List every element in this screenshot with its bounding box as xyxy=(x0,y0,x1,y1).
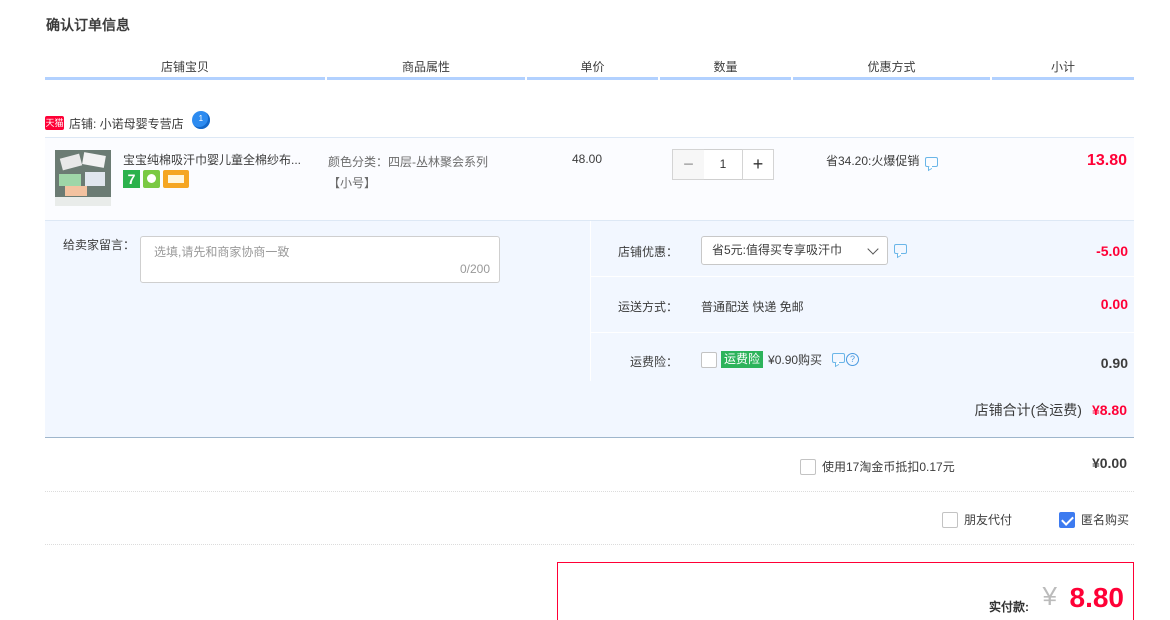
payment-amount: 8.80 xyxy=(1069,582,1125,613)
coupon-label: 店铺优惠： xyxy=(617,245,678,259)
shipping-label: 运送方式： xyxy=(617,300,678,314)
purchase-options-row: 朋友代付 匿名购买 xyxy=(45,492,1134,545)
col-attributes: 商品属性 xyxy=(327,58,525,80)
memo-textarea[interactable]: 选填,请先和商家协商一致 0/200 xyxy=(140,236,500,283)
item-thumbnail[interactable] xyxy=(55,150,111,206)
credit-card-icon[interactable] xyxy=(163,170,189,188)
tmall-badge: 天猫 xyxy=(45,116,64,130)
insurance-checkbox[interactable] xyxy=(701,351,717,368)
unit-price: 48.00 xyxy=(572,152,603,166)
col-item: 店铺宝贝 xyxy=(45,58,325,80)
discount-text: 省34.20:火爆促销 xyxy=(826,154,920,168)
item-attr-size: 【小号】 xyxy=(328,176,377,190)
insurance-label: 运费险： xyxy=(629,355,678,369)
shipping-amount: 0.00 xyxy=(1100,296,1128,312)
shop-total-label: 店铺合计(含运费) xyxy=(974,402,1082,418)
payment-currency: ¥ xyxy=(1042,581,1057,611)
quantity-minus-button[interactable]: − xyxy=(672,149,704,180)
coin-label: 使用17淘金币抵扣0.17元 xyxy=(822,460,955,474)
payment-summary: 实付款: ¥ 8.80 xyxy=(557,562,1134,620)
item-attributes: 颜色分类：四层-丛林聚会系列 【小号】 xyxy=(328,152,518,194)
wangwang-chat-icon[interactable] xyxy=(191,111,210,129)
discount-info: 省34.20:火爆促销 xyxy=(826,152,939,169)
friend-pay-checkbox[interactable] xyxy=(942,511,958,528)
memo-char-count: 0/200 xyxy=(459,262,490,276)
col-subtotal: 小计 xyxy=(992,58,1134,80)
memo-label: 给卖家留言： xyxy=(63,238,136,252)
chevron-down-icon xyxy=(867,243,879,255)
insurance-price: ¥0.90购买 xyxy=(768,353,823,367)
7-day-return-icon[interactable]: 7 xyxy=(123,170,140,188)
shop-name[interactable]: 店铺: 小诺母婴专营店 xyxy=(69,115,184,132)
payment-label: 实付款: xyxy=(989,600,1029,614)
item-attr-color: 颜色分类：四层-丛林聚会系列 xyxy=(328,155,488,169)
shipping-row: 运送方式： 普通配送 快递 免邮 0.00 xyxy=(591,277,1135,333)
order-item-row: 宝宝纯棉吸汗巾婴儿童全棉纱布... 7 颜色分类：四层-丛林聚会系列 【小号】 … xyxy=(45,137,1134,221)
insurance-amount: 0.90 xyxy=(1100,355,1128,371)
shop-total-amount: ¥8.80 xyxy=(1091,402,1127,418)
shipping-value: 普通配送 快递 免邮 xyxy=(701,300,804,314)
anonymous-label: 匿名购买 xyxy=(1081,513,1130,527)
quantity-input[interactable]: 1 xyxy=(704,149,742,180)
quantity-stepper: − 1 + xyxy=(672,149,774,180)
column-header: 店铺宝贝 商品属性 单价 数量 优惠方式 小计 xyxy=(45,58,1134,80)
message-icon[interactable] xyxy=(894,243,907,254)
coupon-select[interactable]: 省5元:值得买专享吸汗巾 xyxy=(701,236,888,265)
order-extras: 给卖家留言： 选填,请先和商家协商一致 0/200 店铺优惠： 省5元:值得买专… xyxy=(45,221,1135,438)
help-icon[interactable]: ? xyxy=(846,353,860,366)
shop-row: 天猫 店铺: 小诺母婴专营店 xyxy=(45,110,210,136)
message-icon[interactable] xyxy=(832,352,846,363)
col-unit-price: 单价 xyxy=(527,58,658,80)
guarantee-icon[interactable] xyxy=(143,170,160,188)
item-subtotal: 13.80 xyxy=(1086,152,1127,169)
message-icon[interactable] xyxy=(925,157,939,167)
shop-options-panel: 店铺优惠： 省5元:值得买专享吸汗巾 -5.00 运送方式： 普通配送 快递 免… xyxy=(590,221,1135,381)
insurance-row: 运费险： 运费险 ¥0.90购买 ? 0.90 xyxy=(591,333,1135,381)
coupon-amount: -5.00 xyxy=(1096,243,1128,259)
coupon-selected: 省5元:值得买专享吸汗巾 xyxy=(712,243,843,257)
insurance-tag: 运费险 xyxy=(721,351,764,368)
col-discount: 优惠方式 xyxy=(793,58,990,80)
friend-pay-label: 朋友代付 xyxy=(964,513,1013,527)
col-quantity: 数量 xyxy=(660,58,791,80)
coupon-row: 店铺优惠： 省5元:值得买专享吸汗巾 -5.00 xyxy=(591,221,1135,277)
page-title: 确认订单信息 xyxy=(46,17,130,33)
service-icons: 7 xyxy=(123,170,189,188)
memo-placeholder: 选填,请先和商家协商一致 xyxy=(154,245,290,259)
shop-total: 店铺合计(含运费) ¥8.80 xyxy=(975,400,1127,420)
quantity-plus-button[interactable]: + xyxy=(742,149,774,180)
coin-amount: ¥0.00 xyxy=(1091,455,1127,471)
anonymous-checkbox[interactable] xyxy=(1059,511,1075,528)
coin-checkbox[interactable] xyxy=(800,458,816,475)
item-title[interactable]: 宝宝纯棉吸汗巾婴儿童全棉纱布... xyxy=(123,151,323,168)
coin-row: 使用17淘金币抵扣0.17元 ¥0.00 xyxy=(45,438,1134,492)
